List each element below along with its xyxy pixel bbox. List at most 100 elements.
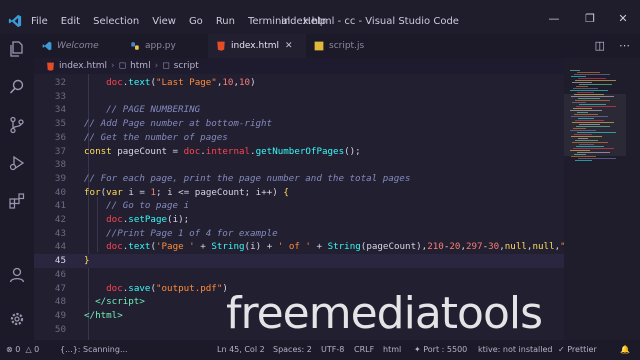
close-icon[interactable]: ✕	[614, 12, 632, 25]
line-number: 40	[54, 186, 66, 198]
line-number: 37	[54, 145, 66, 157]
tab-app-py[interactable]: app.py	[122, 34, 208, 58]
settings-gear-icon[interactable]	[8, 310, 26, 328]
scanning-status[interactable]: {...}: Scanning...	[60, 345, 128, 354]
error-count: 0	[15, 345, 21, 354]
code-editor[interactable]: 32 doc.text("Last Page",10,10) 33 34 // PA…	[34, 74, 564, 340]
minimap-line	[574, 74, 610, 75]
tab-welcome[interactable]: Welcome	[34, 34, 122, 58]
minimap-line	[576, 86, 588, 87]
search-icon[interactable]	[8, 78, 26, 96]
minimap-line	[577, 152, 610, 153]
source-control-icon[interactable]	[8, 116, 26, 134]
extensions-icon[interactable]	[8, 192, 26, 210]
tool-status[interactable]: ktive: not installed	[478, 345, 552, 354]
minimap-line	[572, 82, 592, 83]
language-mode[interactable]: html	[383, 345, 401, 354]
prettier-label: Prettier	[567, 345, 597, 354]
code-line[interactable]: 34 // PAGE NUMBERING	[34, 103, 564, 117]
activity-bar	[0, 34, 34, 340]
restore-icon[interactable]: ❐	[581, 12, 599, 25]
js-icon	[314, 41, 324, 51]
breadcrumb-script[interactable]: script	[174, 61, 199, 71]
line-number: 42	[54, 214, 66, 225]
close-tab-icon[interactable]: ✕	[285, 41, 293, 51]
vscode-icon	[42, 41, 52, 51]
live-server-port[interactable]: ✦ Port : 5500	[414, 345, 467, 354]
minimap-line	[576, 146, 604, 147]
line-number: 32	[54, 77, 66, 88]
line-number: 33	[54, 90, 66, 102]
code-line[interactable]: 48 </script>	[34, 295, 564, 309]
code-text: // PAGE NUMBERING	[106, 104, 201, 116]
code-line[interactable]: 36 // Get the number of pages	[34, 131, 564, 145]
cursor-position[interactable]: Ln 45, Col 2	[217, 345, 265, 354]
code-text: doc.save("output.pdf")	[106, 282, 228, 294]
more-actions-icon[interactable]: ⋯	[619, 39, 630, 52]
check-icon: ✓	[558, 345, 565, 354]
indentation-status[interactable]: Spaces: 2	[273, 345, 312, 354]
minimap-line	[579, 104, 606, 105]
code-text: //Print Page 1 of 4 for example	[106, 227, 278, 239]
encoding-status[interactable]: UTF-8	[321, 345, 344, 354]
tab-script-js[interactable]: script.js	[306, 34, 386, 58]
error-icon: ⊗	[6, 345, 13, 354]
code-line[interactable]: 38	[34, 158, 564, 172]
code-line[interactable]: 41 // Go to page i	[34, 199, 564, 213]
code-line[interactable]: 45}	[34, 254, 564, 268]
code-line[interactable]: 47 doc.save("output.pdf")	[34, 282, 564, 296]
line-number: 36	[54, 131, 66, 143]
problems-status[interactable]: ⊗ 0 △ 0	[6, 345, 39, 354]
code-line[interactable]: 42 doc.setPage(i);	[34, 213, 564, 227]
eol-status[interactable]: CRLF	[354, 345, 374, 354]
code-line[interactable]: 32 doc.text("Last Page",10,10)	[34, 76, 564, 90]
minimap-line	[572, 102, 586, 103]
run-debug-icon[interactable]	[8, 154, 26, 172]
tab-index-html[interactable]: index.html ✕	[208, 34, 306, 58]
chevron-right-icon: ›	[154, 61, 159, 71]
minimap-line	[571, 116, 608, 117]
tab-label: script.js	[329, 41, 365, 51]
minimap-line	[577, 72, 600, 73]
code-line[interactable]: 37 const pageCount = doc.internal.getNumb…	[34, 145, 564, 159]
minimap-line	[573, 108, 592, 109]
code-text: // For each page, print the page number …	[84, 172, 411, 184]
code-line[interactable]: 33	[34, 90, 564, 104]
minimap-line	[572, 142, 608, 143]
breadcrumb-file[interactable]: index.html	[59, 61, 107, 71]
minimap-line	[575, 120, 604, 121]
editor-tab-bar: Welcome app.py index.html ✕ script.js ◫ …	[34, 34, 640, 58]
code-line[interactable]: 46	[34, 268, 564, 282]
explorer-icon[interactable]	[8, 40, 26, 58]
account-icon[interactable]	[8, 266, 26, 284]
code-text: </script>	[95, 296, 145, 308]
minimap-line	[573, 128, 586, 129]
code-text: doc.text("Last Page",10,10)	[106, 77, 256, 88]
code-line[interactable]: 39 // For each page, print the page numbe…	[34, 172, 564, 186]
code-text: const pageCount = doc.internal.getNumber…	[84, 145, 361, 157]
code-text: // Go to page i	[106, 200, 190, 212]
minimize-icon[interactable]: —	[545, 12, 563, 25]
code-line[interactable]: 43 //Print Page 1 of 4 for example	[34, 227, 564, 241]
minimap-line	[579, 124, 600, 125]
line-number: 47	[54, 282, 66, 294]
minimap-line	[573, 148, 614, 149]
line-number: 49	[54, 309, 66, 321]
line-number: 50	[54, 323, 66, 335]
code-line[interactable]: 49 </html>	[34, 309, 564, 323]
minimap-line	[579, 144, 594, 145]
notifications-icon[interactable]: 🔔	[620, 345, 630, 354]
code-line[interactable]: 50	[34, 323, 564, 337]
code-text: </html>	[84, 309, 123, 321]
breadcrumb-html[interactable]: html	[130, 61, 151, 71]
code-line[interactable]: 35 // Add Page number at bottom-right	[34, 117, 564, 131]
code-line[interactable]: 40 for(var i = 1; i <= pageCount; i++) {	[34, 186, 564, 200]
split-editor-icon[interactable]: ◫	[595, 39, 605, 52]
prettier-status[interactable]: ✓ Prettier	[558, 345, 597, 354]
minimap-line	[577, 132, 616, 133]
minimap[interactable]	[564, 58, 640, 340]
minimap-line	[574, 94, 604, 95]
code-line[interactable]: 44 doc.text('Page ' + String(i) + ' of '…	[34, 240, 564, 254]
element-icon: ◻	[118, 61, 127, 71]
line-number: 43	[54, 227, 66, 239]
